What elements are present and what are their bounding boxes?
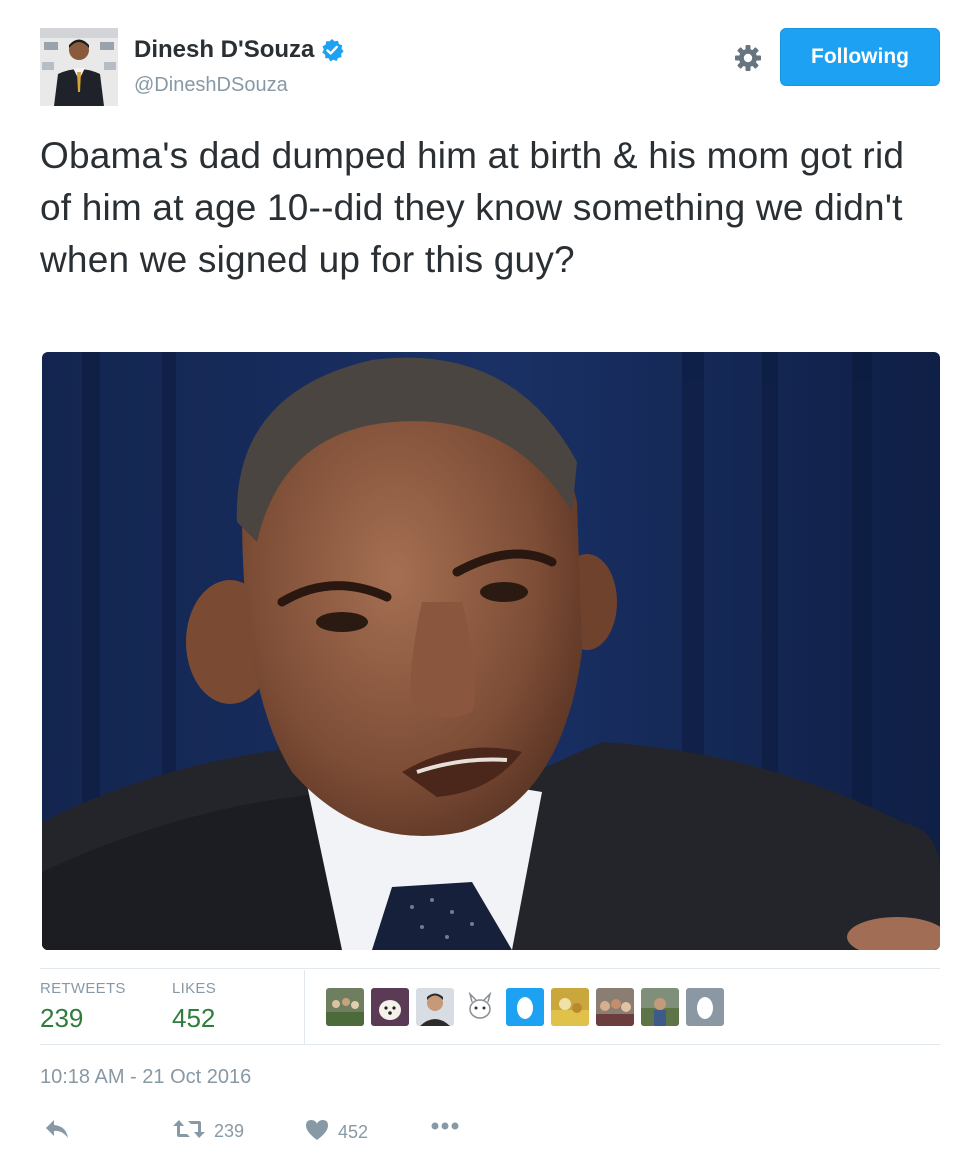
retweet-icon <box>172 1118 206 1145</box>
retweets-label: RETWEETS <box>40 980 126 997</box>
following-button[interactable]: Following <box>780 28 940 86</box>
verified-badge-icon <box>320 38 345 62</box>
stats-separator <box>304 970 305 1044</box>
retweet-count: 239 <box>214 1121 245 1141</box>
likes-stat[interactable]: LIKES 452 <box>172 980 216 1034</box>
crowd-photo-icon[interactable] <box>596 988 634 1026</box>
outdoor-photo-icon[interactable] <box>641 988 679 1026</box>
retweet-button[interactable]: 239 <box>172 1118 244 1145</box>
group-photo-icon[interactable] <box>326 988 364 1026</box>
tweet-stats: RETWEETS 239 LIKES 452 <box>40 970 940 1044</box>
default-egg-icon[interactable] <box>506 988 544 1026</box>
reply-icon <box>44 1118 70 1145</box>
timestamp[interactable]: 10:18 AM - 21 Oct 2016 <box>40 1066 251 1089</box>
tweet-actions: 239 452 <box>40 1118 940 1148</box>
gear-icon[interactable] <box>732 42 764 74</box>
person-photo-icon[interactable] <box>416 988 454 1026</box>
divider <box>40 1044 940 1045</box>
cartoon-photo-icon[interactable] <box>461 988 499 1026</box>
default-egg-icon[interactable] <box>686 988 724 1026</box>
yellow-photo-icon[interactable] <box>551 988 589 1026</box>
retweets-count: 239 <box>40 1003 84 1033</box>
dog-photo-icon[interactable] <box>371 988 409 1026</box>
heart-icon <box>304 1118 330 1147</box>
reply-button[interactable] <box>44 1118 70 1145</box>
tweet-text: Obama's dad dumped him at birth & his mo… <box>40 135 905 280</box>
more-button[interactable] <box>430 1118 460 1136</box>
like-count: 452 <box>338 1122 369 1142</box>
display-name[interactable]: Dinesh D'Souza <box>134 36 314 64</box>
avatar[interactable] <box>40 28 118 106</box>
tweet-photo[interactable] <box>42 352 940 950</box>
likes-count: 452 <box>172 1003 216 1033</box>
likes-label: LIKES <box>172 980 217 997</box>
tweet-header: Dinesh D'Souza @DineshDSouza Following <box>40 26 940 106</box>
liker-avatars <box>326 988 731 1026</box>
retweets-stat[interactable]: RETWEETS 239 <box>40 980 126 1034</box>
name-row: Dinesh D'Souza <box>134 36 345 64</box>
more-icon <box>430 1118 460 1136</box>
like-button[interactable]: 452 <box>304 1118 368 1147</box>
divider <box>40 968 940 969</box>
handle[interactable]: @DineshDSouza <box>134 74 288 97</box>
